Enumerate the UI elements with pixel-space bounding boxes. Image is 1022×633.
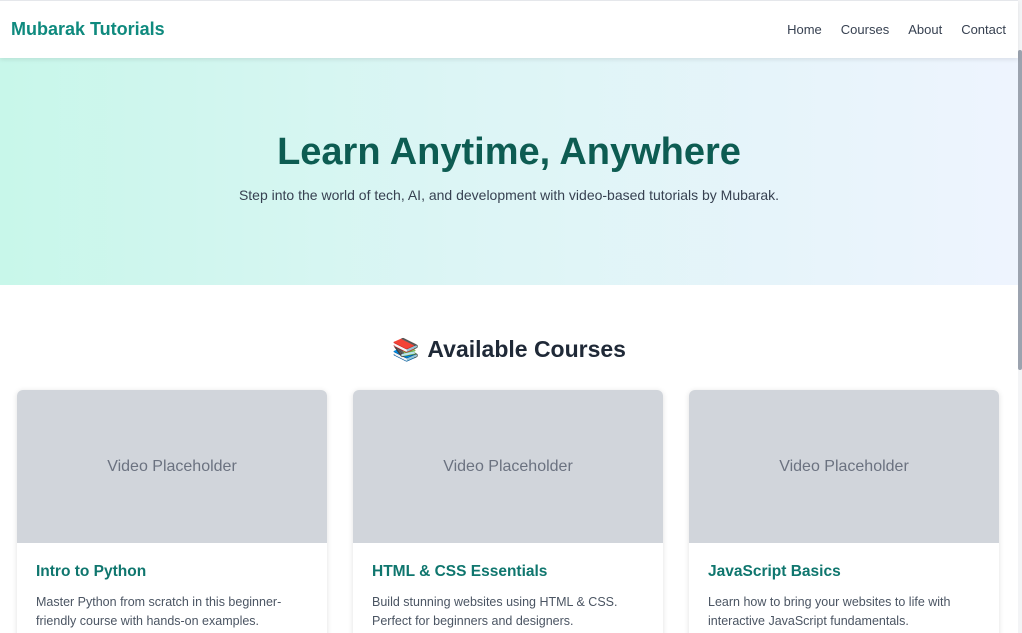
main-nav: Home Courses About Contact <box>787 22 1006 37</box>
course-card-body: JavaScript Basics Learn how to bring you… <box>689 543 999 631</box>
page: Mubarak Tutorials Home Courses About Con… <box>0 0 1022 633</box>
video-placeholder[interactable]: Video Placeholder <box>689 390 999 543</box>
course-card-javascript[interactable]: Video Placeholder JavaScript Basics Lear… <box>689 390 999 633</box>
video-placeholder[interactable]: Video Placeholder <box>17 390 327 543</box>
course-title[interactable]: Intro to Python <box>36 563 308 581</box>
courses-heading-text: Available Courses <box>427 336 626 362</box>
nav-courses-link[interactable]: Courses <box>841 22 889 37</box>
course-card-python[interactable]: Video Placeholder Intro to Python Master… <box>17 390 327 633</box>
course-title[interactable]: JavaScript Basics <box>708 563 980 581</box>
nav-home-link[interactable]: Home <box>787 22 822 37</box>
course-description: Build stunning websites using HTML & CSS… <box>372 595 618 628</box>
hero-section: Learn Anytime, Anywhere Step into the wo… <box>0 58 1018 285</box>
course-title[interactable]: HTML & CSS Essentials <box>372 563 644 581</box>
books-icon: 📚 <box>392 336 420 362</box>
course-description: Learn how to bring your websites to life… <box>708 595 951 628</box>
hero-subtitle: Step into the world of tech, AI, and dev… <box>238 187 780 203</box>
scrollbar-thumb[interactable] <box>1018 50 1022 370</box>
course-card-body: Intro to Python Master Python from scrat… <box>17 543 327 631</box>
course-card-body: HTML & CSS Essentials Build stunning web… <box>353 543 663 631</box>
nav-contact-link[interactable]: Contact <box>961 22 1006 37</box>
course-description: Master Python from scratch in this begin… <box>36 595 282 628</box>
courses-heading: 📚 Available Courses <box>0 336 1018 363</box>
top-navbar: Mubarak Tutorials Home Courses About Con… <box>0 0 1018 58</box>
site-logo[interactable]: Mubarak Tutorials <box>11 19 165 40</box>
video-placeholder[interactable]: Video Placeholder <box>353 390 663 543</box>
nav-about-link[interactable]: About <box>908 22 942 37</box>
hero-title: Learn Anytime, Anywhere <box>277 131 741 173</box>
course-card-html-css[interactable]: Video Placeholder HTML & CSS Essentials … <box>353 390 663 633</box>
